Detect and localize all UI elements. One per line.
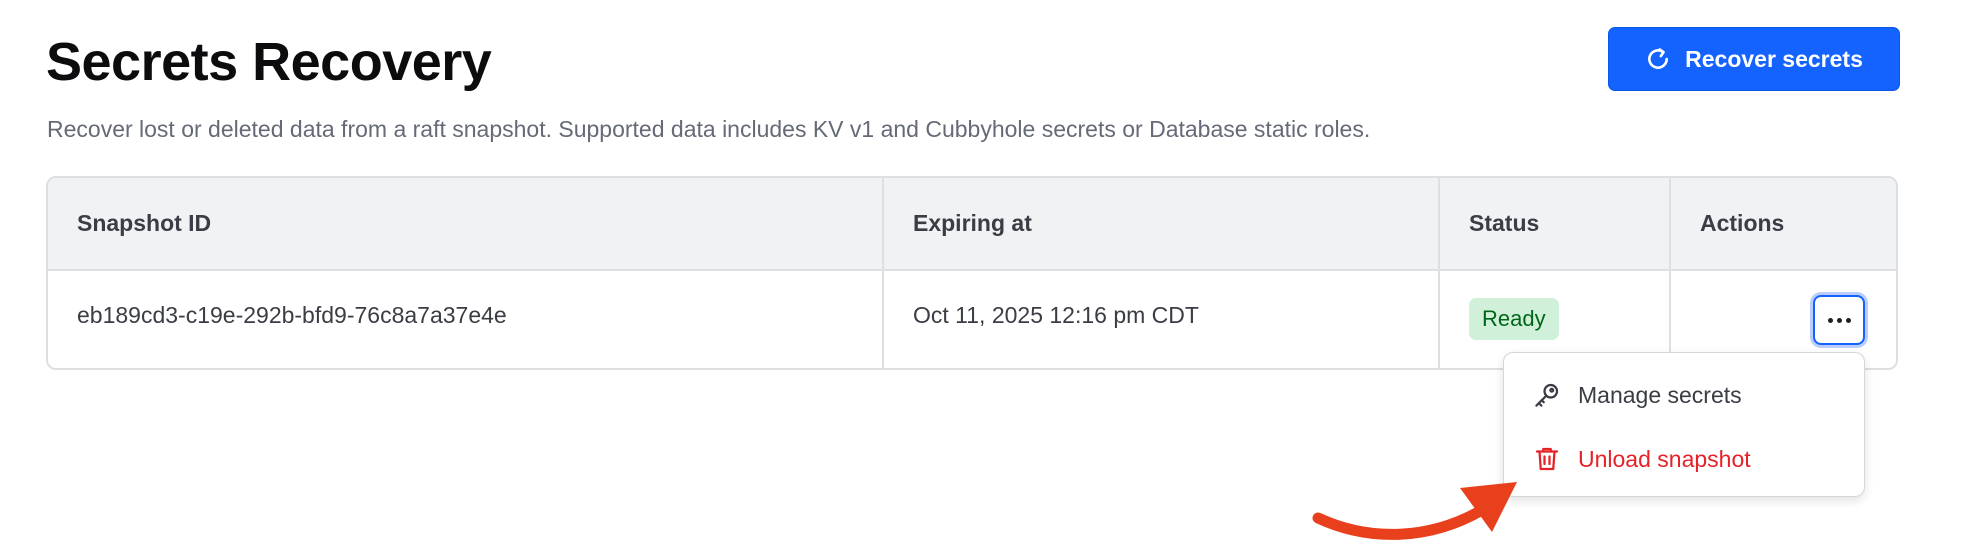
actions-dropdown-menu: Manage secrets Unload snapshot: [1503, 352, 1865, 497]
row-actions-button[interactable]: [1813, 295, 1865, 345]
menu-item-label: Manage secrets: [1578, 381, 1742, 408]
snapshot-id-cell: eb189cd3-c19e-292b-bfd9-76c8a7a37e4e: [48, 271, 884, 368]
column-header-actions: Actions: [1700, 210, 1785, 236]
status-badge: Ready: [1469, 297, 1559, 340]
more-dot: [1827, 317, 1833, 323]
page-subtitle: Recover lost or deleted data from a raft…: [47, 116, 1371, 142]
more-dot: [1845, 317, 1851, 323]
expiring-at-cell: Oct 11, 2025 12:16 pm CDT: [884, 271, 1440, 368]
table-header-row: Snapshot ID Expiring at Status Actions: [48, 178, 1896, 271]
column-header-expiring-at: Expiring at: [884, 178, 1440, 269]
menu-item-label: Unload snapshot: [1578, 445, 1751, 472]
more-dot: [1836, 317, 1842, 323]
annotation-arrow-icon: [1312, 482, 1517, 540]
column-header-status: Status: [1440, 178, 1671, 269]
trash-icon: [1532, 444, 1562, 474]
key-icon: [1532, 380, 1562, 410]
menu-item-manage-secrets[interactable]: Manage secrets: [1532, 375, 1742, 415]
page-title: Secrets Recovery: [46, 32, 492, 92]
secrets-recovery-page: Secrets Recovery Recover lost or deleted…: [0, 0, 1986, 560]
refresh-icon: [1645, 46, 1671, 72]
snapshots-table: Snapshot ID Expiring at Status Actions e…: [46, 176, 1898, 370]
menu-item-unload-snapshot[interactable]: Unload snapshot: [1532, 439, 1751, 479]
recover-secrets-label: Recover secrets: [1685, 45, 1863, 72]
recover-secrets-button[interactable]: Recover secrets: [1608, 27, 1900, 91]
column-header-snapshot-id: Snapshot ID: [48, 178, 884, 269]
